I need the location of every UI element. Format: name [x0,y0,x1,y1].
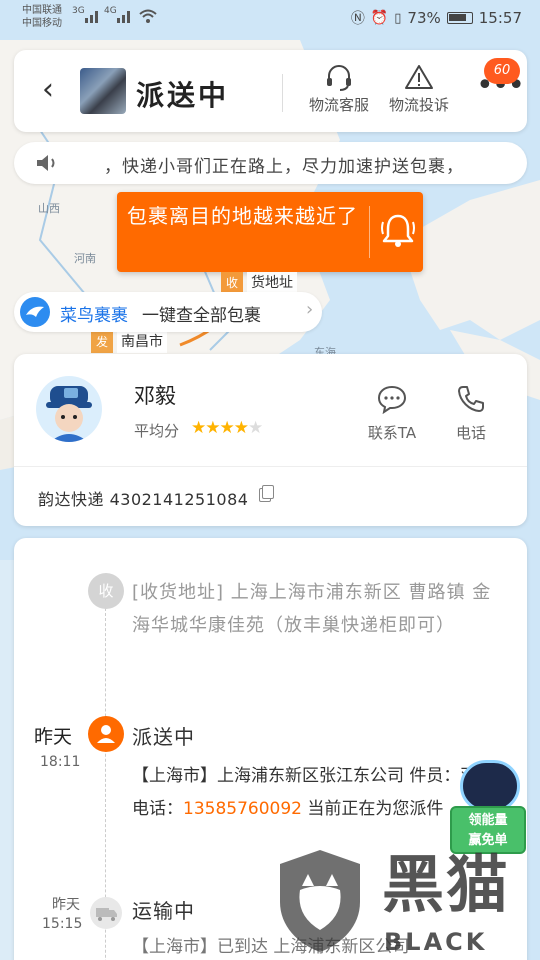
cainiao-text: 一键查全部包裹 [142,306,261,326]
courier-card: 邓毅 平均分 ★★★★★ 联系TA 电话 韵达快递 4302141251084 [14,354,527,526]
notice-text: ，快递小哥们正在路上，尽力加速护送包裹， [104,157,464,177]
promo-tag: 领能量 赢免单 [450,806,526,854]
receive-node: 收 [88,573,124,609]
cainiao-shortcut[interactable]: 菜鸟裹裹 一键查全部包裹 › [14,292,322,332]
transit-node [90,897,122,929]
event-time: 15:15 [42,916,83,932]
promo-line-1: 领能量 [468,813,508,828]
back-icon[interactable]: ‹ [42,72,54,108]
speaker-icon [37,155,55,171]
energy-promo-button[interactable]: 领能量 赢免单 [446,760,530,856]
carrier-labels: 中国联通 中国移动 [22,4,62,30]
delivering-node [88,716,124,752]
event-date: 昨天 [34,726,73,748]
watermark-cat-icon [280,850,360,952]
phone-label: 电话 [455,424,486,442]
receive-address: [收货地址] 上海上海市浦东新区 曹路镇 金海华城华康佳苑（放丰巢快递柜即可） [132,582,492,636]
status-bar: 中国联通 中国移动 3G 4G Ⓝ ⏰ ▯ 73% 15:57 [0,0,540,36]
alert-message: 包裹离目的地越来越近了 [127,204,358,228]
event-time: 18:11 [40,754,81,770]
signal-icon [117,11,130,23]
cainiao-logo-icon [20,297,50,327]
phone-courier-button[interactable]: 电话 [446,384,496,443]
phone-icon [458,386,484,412]
robot-icon [460,760,520,812]
send-pin-label: 南昌市 [117,331,167,353]
signal-icon [85,11,98,23]
carrier-1: 中国联通 [22,5,62,16]
headset-icon [327,65,351,91]
map-label-shanxi: 山西 [38,202,60,215]
arrival-alert[interactable]: 包裹离目的地越来越近了 [117,192,423,272]
battery-percent: 73% [407,9,441,27]
carrier-2: 中国移动 [22,18,62,29]
clock: 15:57 [478,9,522,27]
network-4g: 4G [104,6,117,16]
tracking-number: 韵达快递 4302141251084 [38,490,249,509]
person-icon [97,725,115,743]
courier-phone-link[interactable]: 13585760092 [183,799,302,819]
alarm-icon: ⏰ [370,10,389,26]
message-badge: 60 [484,58,520,84]
copy-icon[interactable] [259,485,274,502]
truck-icon [96,908,117,921]
alert-divider [369,206,370,258]
header-card: ‹ 派送中 物流客服 物流投诉 ••• 60 [14,50,527,132]
event-date: 昨天 [52,897,80,913]
logistics-service-label: 物流客服 [308,96,369,114]
send-pin[interactable]: 发 [91,331,113,353]
receive-pin-label: 货地址 [247,272,297,294]
courier-avatar [36,376,102,442]
score-label: 平均分 [134,422,180,440]
event-detail-tail: 当前正在为您派件 [301,799,444,819]
star-empty-icon: ★ [248,418,263,438]
watermark-text: 黑猫 [382,848,511,921]
star-filled-icon: ★ [191,418,206,438]
vibrate-icon: ▯ [394,10,402,26]
contact-label: 联系TA [367,424,417,442]
star-filled-icon: ★ [219,418,235,438]
courier-divider [14,466,527,467]
product-thumbnail[interactable] [80,68,126,114]
battery-icon [446,12,473,24]
event-title: 运输中 [132,899,195,923]
chevron-right-icon: › [306,299,314,320]
logistics-service-button[interactable]: 物流客服 [304,62,374,115]
star-filled-icon: ★ [233,418,249,438]
header-divider [282,74,283,112]
cainiao-brand: 菜鸟裹裹 [60,306,128,326]
network-3g: 3G [72,6,85,16]
map-label-henan: 河南 [74,252,96,265]
nfc-icon: Ⓝ [350,11,365,27]
status-right: Ⓝ ⏰ ▯ 73% 15:57 [351,8,522,28]
courier-name: 邓毅 [134,384,176,408]
warning-icon [405,65,433,89]
chat-bubble-icon [377,385,407,415]
receive-pin[interactable]: 收 [221,272,243,294]
wifi-icon [139,9,157,23]
event-title: 派送中 [132,725,195,749]
bell-icon [381,214,415,247]
star-filled-icon: ★ [205,418,220,438]
contact-courier-button[interactable]: 联系TA [362,384,422,443]
rating-stars: ★★★★★ [191,418,263,438]
page-title: 派送中 [136,79,230,112]
logistics-complaint-button[interactable]: 物流投诉 [384,62,454,115]
watermark-en: BLACK CAT [384,928,488,960]
logistics-complaint-label: 物流投诉 [388,96,449,114]
notice-marquee[interactable]: ，快递小哥们正在路上，尽力加速护送包裹， [14,142,527,184]
